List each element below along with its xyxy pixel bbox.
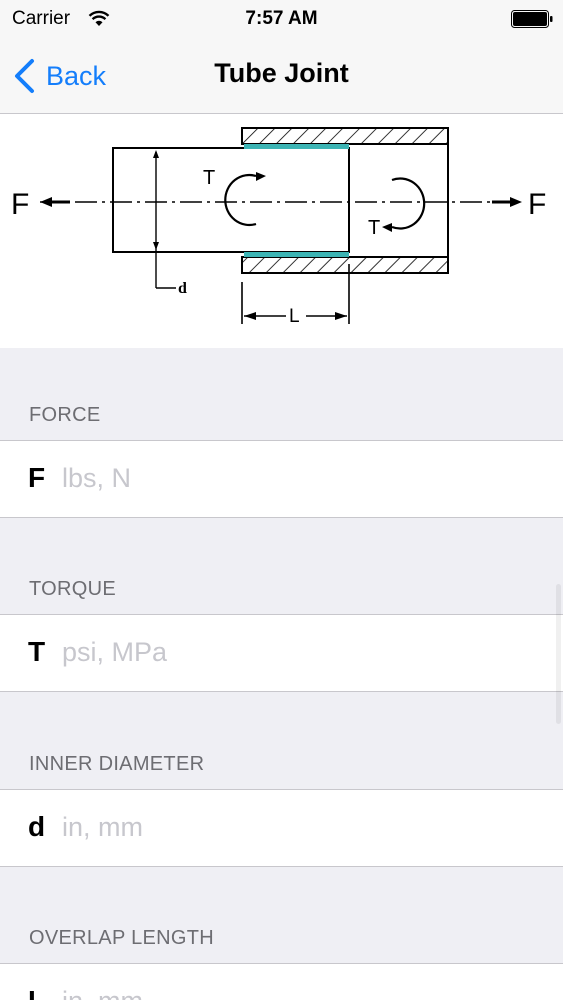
scroll-indicator[interactable] [556, 584, 561, 724]
section-header-inner-diameter: INNER DIAMETER [29, 753, 205, 775]
inner-diameter-input[interactable] [62, 804, 532, 850]
battery-icon [511, 10, 553, 28]
clock: 7:57 AM [245, 8, 318, 29]
tube-joint-drawing: F F T T d L [11, 127, 546, 327]
page-title: Tube Joint [214, 58, 349, 88]
force-input[interactable] [62, 455, 532, 501]
inner-diameter-row: d [0, 789, 563, 867]
length-label: L [289, 306, 300, 327]
adhesive-layer-top [244, 144, 349, 149]
diameter-label: d [178, 280, 187, 297]
navigation-bar: Back Tube Joint [0, 40, 563, 114]
torque-right-label: T [368, 217, 380, 239]
section-header-overlap-length: OVERLAP LENGTH [29, 927, 215, 949]
outer-tube-top-wall [241, 127, 449, 145]
torque-symbol: T [28, 636, 46, 667]
tube-joint-diagram: F F T T d L [0, 114, 563, 348]
section-header-force: FORCE [29, 404, 101, 426]
inner-rod [112, 147, 350, 253]
section-header-torque: TORQUE [29, 578, 116, 600]
overlap-length-row: L [0, 963, 563, 1000]
overlap-length-input[interactable] [62, 978, 532, 1000]
status-bar: Carrier 7:57 AM [0, 0, 563, 40]
force-symbol: F [28, 462, 46, 493]
torque-input[interactable] [62, 629, 532, 675]
torque-left-label: T [203, 167, 215, 189]
form-content[interactable]: F F T T d L FORCE F TORQUE T INNER DIAME… [0, 114, 563, 1000]
force-right-label: F [528, 188, 546, 221]
overlap-length-symbol: L [28, 985, 45, 1000]
force-left-label: F [11, 188, 29, 221]
inner-diameter-symbol: d [28, 811, 46, 842]
adhesive-layer-bottom [244, 252, 349, 257]
outer-tube-bottom-wall [241, 256, 449, 274]
force-row: F [0, 440, 563, 518]
torque-row: T [0, 614, 563, 692]
